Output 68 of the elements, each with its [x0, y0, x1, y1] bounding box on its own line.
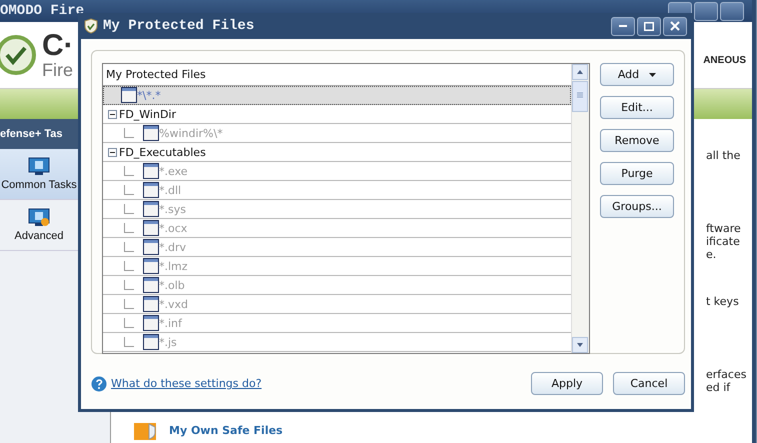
monitor-icon: [28, 157, 50, 177]
file-pattern: %windir%\*: [159, 126, 223, 140]
caret-icon: [649, 72, 656, 76]
file-pattern: *.vxd: [159, 298, 188, 310]
file-pattern: *.drv: [159, 240, 186, 254]
maximize-button[interactable]: [637, 16, 661, 36]
group-label: FD_WinDir: [119, 108, 176, 120]
text-line: ificate: [706, 235, 741, 248]
collapse-icon[interactable]: [108, 148, 117, 156]
window-icon: [143, 182, 159, 198]
text-line: ftware: [706, 222, 742, 235]
collapse-icon[interactable]: [108, 110, 117, 118]
file-pattern: *.exe: [159, 164, 188, 178]
maximize-icon: [644, 22, 654, 30]
action-button[interactable]: Remove: [600, 129, 674, 152]
scroll-up-button[interactable]: [572, 64, 588, 80]
file-pattern: *.dll: [159, 184, 182, 196]
file-pattern: *.lmz: [159, 260, 188, 272]
logo-subtext: Fire: [42, 61, 74, 79]
text-line: t keys: [706, 295, 740, 308]
window-icon: [143, 239, 159, 255]
window-icon: [121, 87, 137, 103]
text-line: all the: [706, 149, 742, 162]
action-button[interactable]: Purge: [600, 162, 674, 185]
help-icon: [91, 376, 107, 392]
close-button[interactable]: [663, 16, 687, 36]
tree-row[interactable]: *\*.*: [103, 86, 571, 105]
category-label: ANEOUS: [703, 54, 746, 66]
dialog-button[interactable]: Cancel: [613, 372, 685, 395]
minimize-icon: [619, 25, 627, 27]
window-icon: [143, 163, 159, 179]
close-icon: [670, 21, 680, 31]
file-pattern: *.olb: [159, 278, 185, 292]
window-icon: [143, 296, 159, 312]
scroll-down-button[interactable]: [572, 337, 588, 353]
text-line: ed if: [706, 381, 732, 394]
window-icon: [143, 125, 159, 141]
tree-connector: [124, 128, 134, 138]
dialog-title: My Protected Files: [103, 18, 254, 34]
text-line: erfaces: [706, 368, 748, 381]
task-link[interactable]: My Own Safe Files: [169, 424, 283, 436]
scrollbar[interactable]: [571, 64, 589, 353]
help-link[interactable]: What do these settings do?: [111, 377, 262, 390]
file-pattern: *\*.*: [137, 88, 161, 102]
logo-text: C·: [42, 31, 74, 61]
group-label: FD_Executables: [119, 146, 206, 158]
window-icon: [143, 220, 159, 236]
window-title: OMODO Fire: [0, 3, 84, 19]
file-pattern: *.ocx: [159, 222, 188, 234]
shield-icon: [83, 18, 99, 34]
action-button[interactable]: Add: [600, 63, 674, 86]
file-pattern: *.sys: [159, 202, 186, 216]
window-icon: [143, 334, 159, 350]
window-icon: [143, 277, 159, 293]
action-button[interactable]: Edit...: [600, 96, 674, 119]
file-pattern: *.js: [159, 336, 177, 348]
folder-icon: [133, 420, 159, 440]
text-line: e.: [706, 248, 718, 261]
file-pattern: *.inf: [159, 316, 182, 330]
window-icon: [143, 258, 159, 274]
monitor-icon: [28, 208, 50, 228]
window-icon: [143, 315, 159, 331]
minimize-button[interactable]: [611, 16, 635, 36]
scroll-thumb[interactable]: [572, 81, 588, 112]
window-icon: [143, 201, 159, 217]
action-button[interactable]: Groups...: [600, 195, 674, 218]
dialog-button[interactable]: Apply: [531, 372, 603, 395]
shield-logo-icon: [0, 33, 36, 77]
